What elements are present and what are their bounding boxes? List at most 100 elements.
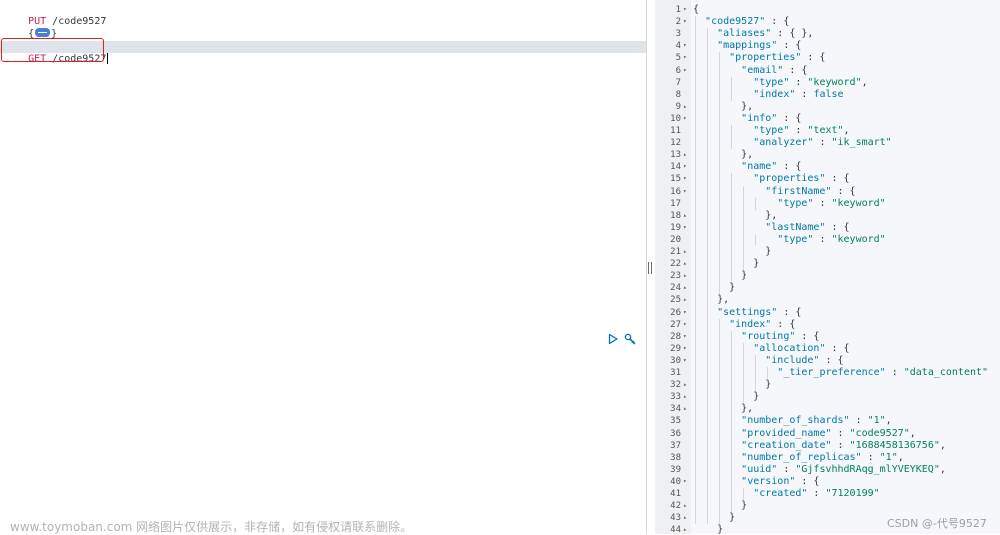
fold-arrow-icon[interactable]: ▾ xyxy=(683,307,687,319)
json-punctuation: } xyxy=(693,258,760,270)
json-key: "number_of_shards" xyxy=(741,415,850,427)
response-line: "analyzer" : "ik_smart" xyxy=(693,137,892,149)
response-line: "firstName" : { xyxy=(693,186,855,198)
fold-arrow-icon[interactable]: ▾ xyxy=(683,319,687,331)
unfold-arrow-icon[interactable]: ▴ xyxy=(683,294,687,306)
response-line: "index" : { xyxy=(693,319,795,331)
json-punctuation: : xyxy=(777,463,796,475)
line-number: 2 xyxy=(675,17,681,28)
json-punctuation xyxy=(693,77,753,88)
json-punctuation: }, xyxy=(693,100,754,112)
request-body-collapsed[interactable]: {} xyxy=(4,16,57,40)
line-number: 23 xyxy=(670,271,681,282)
json-string: "1" xyxy=(867,415,886,427)
json-key: "properties" xyxy=(753,173,826,185)
unfold-arrow-icon[interactable]: ▴ xyxy=(683,270,687,282)
unfold-arrow-icon[interactable]: ▴ xyxy=(683,246,687,258)
unfold-arrow-icon[interactable]: ▴ xyxy=(683,258,687,270)
line-number: 21 xyxy=(670,247,681,257)
line-number: 4 xyxy=(675,41,681,52)
json-punctuation: : xyxy=(789,125,808,136)
json-punctuation: : { xyxy=(795,475,820,487)
annotation-highlight-box xyxy=(1,38,104,62)
line-number: 30 xyxy=(670,355,681,366)
fold-arrow-icon[interactable]: ▾ xyxy=(683,52,687,64)
line-number: 25 xyxy=(670,295,681,306)
request-line-put[interactable]: PUT /code9527 xyxy=(4,4,106,27)
fold-arrow-icon[interactable]: ▾ xyxy=(683,186,687,198)
line-number: 32 xyxy=(670,380,681,391)
unfold-arrow-icon[interactable]: ▴ xyxy=(683,512,687,524)
json-key: "email" xyxy=(741,64,784,76)
response-line: } xyxy=(693,512,735,524)
json-punctuation: } xyxy=(693,379,772,391)
unfold-arrow-icon[interactable]: ▴ xyxy=(683,500,687,512)
fold-arrow-icon[interactable]: ▾ xyxy=(683,343,687,355)
line-number: 14 xyxy=(670,162,681,173)
json-punctuation xyxy=(693,137,753,148)
line-number: 38 xyxy=(670,452,681,463)
request-editor[interactable]: PUT /code9527 {} GET /code9527 www.toymo… xyxy=(0,0,647,534)
json-punctuation: : { xyxy=(777,112,802,124)
json-punctuation: : xyxy=(807,488,826,499)
unfold-arrow-icon[interactable]: ▴ xyxy=(683,391,687,403)
json-punctuation: : xyxy=(813,137,832,149)
unfold-arrow-icon[interactable]: ▴ xyxy=(683,282,687,294)
unfold-arrow-icon[interactable]: ▴ xyxy=(683,210,687,222)
line-number: 40 xyxy=(670,476,681,487)
response-line: } xyxy=(693,524,723,534)
response-line: }, xyxy=(693,403,753,415)
fold-arrow-icon[interactable]: ▾ xyxy=(683,161,687,173)
json-punctuation: : { xyxy=(801,52,826,64)
line-number: 3 xyxy=(675,29,681,40)
line-number: 31 xyxy=(670,368,681,378)
json-punctuation xyxy=(693,488,753,499)
line-number: 29 xyxy=(670,343,681,354)
response-line: "uuid" : "GjfsvhhdRAqg_mlYVEYKEQ", xyxy=(693,464,946,476)
fold-arrow-icon[interactable]: ▾ xyxy=(683,476,687,488)
fold-arrow-icon[interactable]: ▾ xyxy=(683,222,687,234)
json-punctuation xyxy=(693,464,741,475)
json-string: "7120199" xyxy=(825,488,880,499)
play-icon[interactable] xyxy=(607,333,619,345)
json-key: "info" xyxy=(741,112,778,124)
json-punctuation: : { xyxy=(795,330,820,342)
unfold-arrow-icon[interactable]: ▴ xyxy=(683,403,687,415)
json-punctuation: : xyxy=(795,88,814,100)
json-punctuation: , xyxy=(909,427,916,439)
fold-arrow-icon[interactable]: ▾ xyxy=(683,355,687,367)
json-punctuation xyxy=(693,186,765,197)
json-punctuation xyxy=(693,125,753,136)
line-number: 43 xyxy=(670,513,681,524)
unfold-arrow-icon[interactable]: ▴ xyxy=(683,379,687,391)
json-punctuation: , xyxy=(885,415,892,427)
response-line: } xyxy=(693,500,747,512)
json-key: "_tier_preference" xyxy=(777,367,886,378)
json-string: "keyword" xyxy=(831,197,886,209)
fold-arrow-icon[interactable]: ▾ xyxy=(683,331,687,343)
fold-arrow-icon[interactable]: ▾ xyxy=(683,65,687,77)
fold-arrow-icon[interactable]: ▾ xyxy=(683,173,687,185)
unfold-arrow-icon[interactable]: ▴ xyxy=(683,149,687,161)
response-line: "number_of_shards" : "1", xyxy=(693,415,892,427)
fold-arrow-icon[interactable]: ▾ xyxy=(683,40,687,52)
json-punctuation: }, xyxy=(693,149,754,161)
response-line: "type" : "keyword", xyxy=(693,77,867,89)
panel-resize-handle[interactable] xyxy=(647,262,653,276)
fold-arrow-icon[interactable]: ▾ xyxy=(683,4,687,16)
json-string: "data_content" xyxy=(903,367,989,378)
json-key: "index" xyxy=(729,318,772,330)
json-punctuation xyxy=(693,222,765,233)
json-punctuation xyxy=(693,476,741,487)
line-number: 27 xyxy=(670,319,681,330)
fold-arrow-icon[interactable]: ▾ xyxy=(683,113,687,125)
wrench-icon[interactable] xyxy=(624,333,636,345)
json-punctuation xyxy=(693,198,777,209)
fold-arrow-icon[interactable]: ▾ xyxy=(683,16,687,28)
response-panel[interactable]: 1 ▾{2 ▾ "code9527" : {3 "aliases" : { }, 4 ▾… xyxy=(655,0,1000,534)
collapsed-body-icon[interactable] xyxy=(35,28,51,37)
json-punctuation: }, xyxy=(693,294,730,306)
unfold-arrow-icon[interactable]: ▴ xyxy=(683,101,687,113)
unfold-arrow-icon[interactable]: ▴ xyxy=(683,524,687,534)
line-number: 9 xyxy=(675,101,681,112)
